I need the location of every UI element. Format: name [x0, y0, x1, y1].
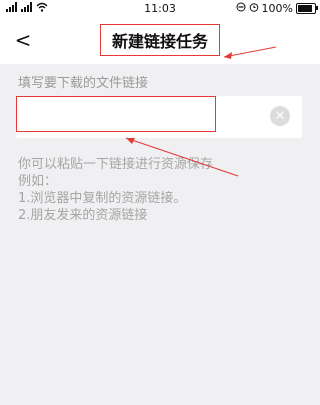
help-line: 1.浏览器中复制的资源链接。 [18, 191, 187, 206]
app-bar: < 新建链接任务 [0, 18, 320, 64]
alarm-icon [249, 2, 259, 15]
link-input[interactable] [16, 96, 216, 132]
title-highlight-box: 新建链接任务 [100, 24, 220, 56]
help-line: 你可以粘贴一下链接进行资源保存 [18, 157, 214, 172]
clear-icon: ✕ [274, 108, 286, 124]
battery-icon [296, 3, 318, 14]
status-right: 100% [236, 2, 318, 15]
link-input-row: ✕ [16, 96, 302, 138]
link-field-label: 填写要下载的文件链接 [18, 76, 149, 91]
help-line: 2.朋友发来的资源链接 [18, 208, 148, 223]
battery-fill [298, 5, 312, 12]
battery-percent: 100% [261, 2, 293, 15]
page-title: 新建链接任务 [111, 32, 208, 51]
help-text: 你可以粘贴一下链接进行资源保存 例如： 1.浏览器中复制的资源链接。 2.朋友发… [18, 156, 308, 224]
back-button[interactable]: < [12, 28, 34, 52]
help-line: 例如： [18, 174, 58, 189]
status-bar: 11:03 100% [0, 0, 320, 18]
do-not-disturb-icon [236, 2, 246, 15]
back-arrow-icon: < [14, 28, 32, 52]
clear-button[interactable]: ✕ [270, 106, 290, 126]
